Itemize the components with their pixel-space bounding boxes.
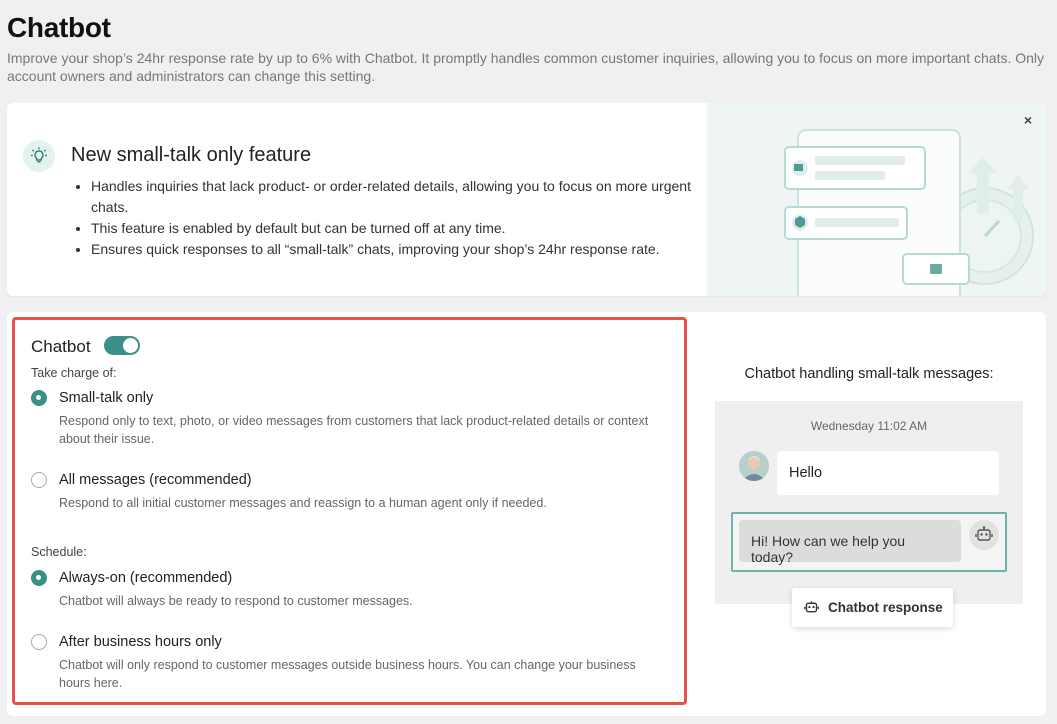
option-all-messages[interactable]: All messages (recommended) <box>31 472 252 488</box>
radio-small-talk[interactable] <box>31 390 47 406</box>
take-charge-label: Take charge of: <box>31 366 117 380</box>
lightbulb-icon <box>23 140 55 172</box>
banner-bullet: This feature is enabled by default but c… <box>91 218 701 239</box>
banner-bullet-list: Handles inquiries that lack product- or … <box>91 176 701 260</box>
chatbot-settings-page: Chatbot Improve your shop’s 24hr respons… <box>0 0 1057 724</box>
option-small-talk[interactable]: Small-talk only <box>31 390 153 406</box>
feature-banner: New small-talk only feature Handles inqu… <box>7 103 1046 296</box>
toggle-knob <box>123 338 138 353</box>
robot-icon <box>969 520 999 550</box>
option-label: Small-talk only <box>59 390 154 406</box>
customer-avatar <box>739 451 769 481</box>
option-label: After business hours only <box>59 634 222 650</box>
banner-title: New small-talk only feature <box>71 144 312 166</box>
robot-icon <box>804 600 819 615</box>
radio-after-hours[interactable] <box>31 634 47 650</box>
preview-title: Chatbot handling small-talk messages: <box>744 366 994 382</box>
banner-illustration <box>707 103 1046 296</box>
customer-message: Hello <box>777 451 999 495</box>
chatbot-toggle-label: Chatbot <box>31 337 91 356</box>
preview-timestamp: Wednesday 11:02 AM <box>810 419 928 433</box>
page-description: Improve your shop’s 24hr response rate b… <box>7 50 1045 84</box>
schedule-label: Schedule: <box>31 545 87 559</box>
chip-label: Chatbot response <box>828 600 943 615</box>
option-label: Always-on (recommended) <box>59 570 233 586</box>
option-description: Chatbot will always be ready to respond … <box>59 594 413 608</box>
option-description: Respond only to text, photo, or video me… <box>59 414 649 446</box>
option-label: All messages (recommended) <box>59 472 252 488</box>
banner-bullet: Handles inquiries that lack product- or … <box>91 176 701 218</box>
option-description: Respond to all initial customer messages… <box>59 496 547 510</box>
bot-message: Hi! How can we help you today? <box>739 520 961 565</box>
radio-all-messages[interactable] <box>31 472 47 488</box>
page-title: Chatbot <box>7 12 111 43</box>
chatbot-toggle[interactable] <box>104 336 140 355</box>
option-always-on[interactable]: Always-on (recommended) <box>31 570 232 586</box>
option-description: Chatbot will only respond to customer me… <box>59 658 636 690</box>
close-icon[interactable]: × <box>1019 111 1037 129</box>
option-after-hours[interactable]: After business hours only <box>31 634 222 650</box>
chatbot-response-chip: Chatbot response <box>792 588 953 627</box>
banner-bullet: Ensures quick responses to all “small-ta… <box>91 239 701 260</box>
radio-always-on[interactable] <box>31 570 47 586</box>
